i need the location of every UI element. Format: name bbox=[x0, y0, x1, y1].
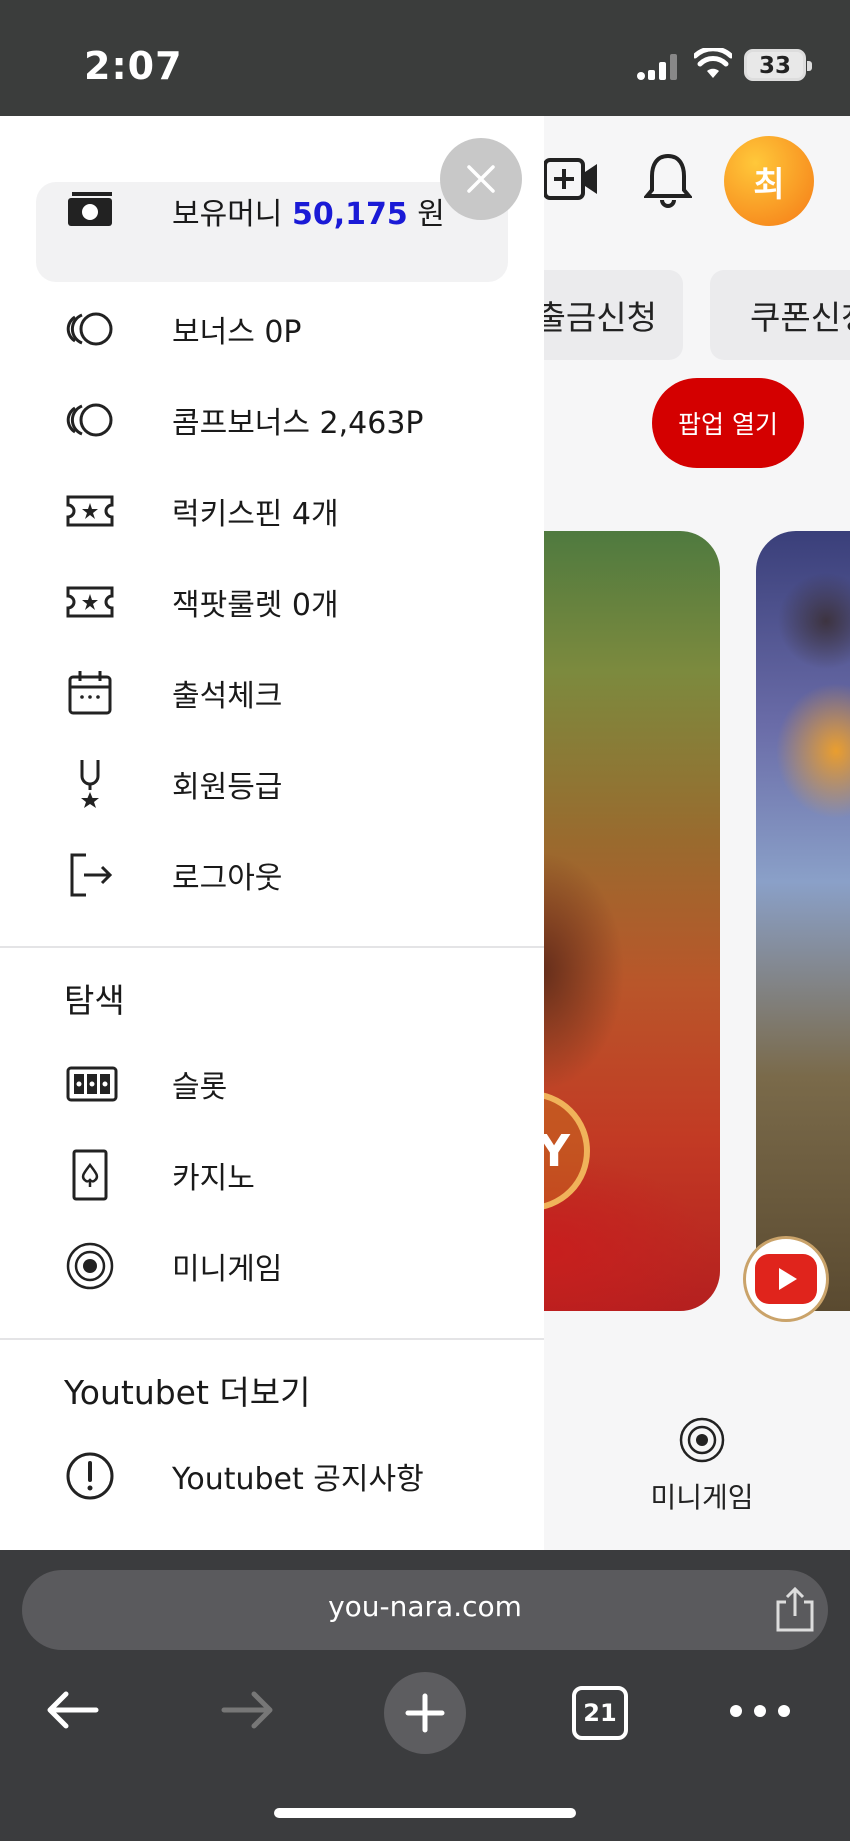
playing-card-icon bbox=[72, 1149, 108, 1201]
menu-item-comp-bonus[interactable]: 콤프보너스 2,463P bbox=[0, 385, 544, 455]
menu-item-label: 잭팟룰렛 0개 bbox=[172, 588, 339, 623]
tabs-button[interactable]: 21 bbox=[572, 1686, 628, 1740]
coupon-chip[interactable]: 쿠폰신청 bbox=[710, 270, 850, 360]
money-text: 보유머니 50,175 원 bbox=[172, 189, 445, 233]
forward-button[interactable] bbox=[208, 1670, 288, 1750]
share-icon[interactable] bbox=[774, 1586, 816, 1632]
arrow-left-icon bbox=[47, 1691, 99, 1729]
website-viewport: 최 출금신청 쿠폰신청 팝업 열기 AY 미니게임 보유머니 50,175 원 bbox=[0, 116, 850, 1550]
url-text: you-nara.com bbox=[328, 1590, 522, 1623]
explore-item-label: 슬롯 bbox=[172, 1070, 228, 1105]
youtube-float-button[interactable] bbox=[743, 1236, 829, 1322]
cash-icon bbox=[68, 192, 112, 226]
home-indicator bbox=[274, 1808, 576, 1818]
withdraw-chip[interactable]: 출금신청 bbox=[520, 270, 683, 360]
bottom-nav-minigame[interactable]: 미니게임 bbox=[640, 1416, 764, 1516]
menu-item-label: 로그아웃 bbox=[172, 861, 283, 896]
alert-circle-icon bbox=[66, 1452, 114, 1500]
more-section-title: Youtubet 더보기 bbox=[64, 1373, 311, 1412]
menu-item-bonus[interactable]: 보너스 0P bbox=[0, 294, 544, 364]
menu-item-logout[interactable]: 로그아웃 bbox=[0, 840, 544, 910]
dot bbox=[754, 1705, 766, 1717]
back-button[interactable] bbox=[32, 1670, 112, 1750]
browser-toolbar: you-nara.com 21 bbox=[0, 1550, 850, 1841]
battery-level: 33 bbox=[758, 53, 791, 79]
status-time: 2:07 bbox=[84, 44, 183, 88]
cellular-signal-icon bbox=[637, 54, 677, 80]
dot bbox=[730, 1705, 742, 1717]
open-popup-button[interactable]: 팝업 열기 bbox=[652, 378, 804, 468]
menu-item-jackpot-roulette[interactable]: 잭팟룰렛 0개 bbox=[0, 567, 544, 637]
money-unit: 원 bbox=[417, 197, 445, 232]
menu-item-label: 럭키스핀 4개 bbox=[172, 497, 339, 532]
ticket-icon bbox=[66, 495, 114, 527]
money-amount: 50,175 bbox=[291, 197, 408, 232]
more-item-notice[interactable]: Youtubet 공지사항 bbox=[0, 1441, 544, 1511]
explore-section-title: 탐색 bbox=[64, 981, 125, 1020]
play-icon bbox=[755, 1254, 817, 1304]
coins-icon bbox=[66, 312, 113, 346]
menu-item-label: 회원등급 bbox=[172, 770, 283, 805]
status-bar: 2:07 33 bbox=[0, 0, 850, 116]
medal-icon bbox=[80, 760, 100, 808]
ticket-icon bbox=[66, 586, 114, 618]
address-bar[interactable]: you-nara.com bbox=[22, 1570, 828, 1650]
arrow-right-icon bbox=[221, 1691, 273, 1729]
more-item-label: Youtubet 공지사항 bbox=[172, 1462, 424, 1497]
divider bbox=[0, 946, 544, 948]
chip-icon bbox=[679, 1417, 725, 1463]
menu-item-label: 콤프보너스 2,463P bbox=[172, 406, 424, 441]
avatar[interactable]: 최 bbox=[724, 136, 814, 226]
wifi-icon bbox=[694, 48, 732, 78]
explore-item-label: 카지노 bbox=[172, 1161, 255, 1196]
money-label: 보유머니 bbox=[172, 197, 283, 232]
explore-item-casino[interactable]: 카지노 bbox=[0, 1140, 544, 1210]
coins-icon bbox=[66, 403, 113, 437]
menu-item-label: 보너스 0P bbox=[172, 315, 302, 350]
more-menu-button[interactable] bbox=[730, 1696, 790, 1726]
slot-machine-icon bbox=[66, 1066, 118, 1102]
explore-item-minigame[interactable]: 미니게임 bbox=[0, 1231, 544, 1301]
menu-item-label: 출석체크 bbox=[172, 679, 283, 714]
new-tab-button[interactable] bbox=[384, 1672, 466, 1754]
money-row[interactable]: 보유머니 50,175 원 bbox=[36, 182, 508, 282]
battery-icon: 33 bbox=[744, 49, 812, 81]
video-add-icon[interactable] bbox=[542, 154, 600, 204]
side-drawer: 보유머니 50,175 원 보너스 0P 콤프보너스 2,463P 럭키스핀 4… bbox=[0, 116, 544, 1550]
logout-icon bbox=[70, 853, 113, 897]
game-banner-secondary[interactable] bbox=[756, 531, 850, 1311]
menu-item-attendance[interactable]: 출석체크 bbox=[0, 658, 544, 728]
menu-item-lucky-spin[interactable]: 럭키스핀 4개 bbox=[0, 476, 544, 546]
menu-item-membership-grade[interactable]: 회원등급 bbox=[0, 749, 544, 819]
bottom-nav-label: 미니게임 bbox=[650, 1481, 754, 1514]
divider bbox=[0, 1338, 544, 1340]
explore-item-slot[interactable]: 슬롯 bbox=[0, 1049, 544, 1119]
chip-icon bbox=[66, 1242, 114, 1290]
bell-icon[interactable] bbox=[644, 152, 692, 208]
explore-item-label: 미니게임 bbox=[172, 1252, 283, 1287]
plus-icon bbox=[405, 1693, 445, 1733]
calendar-icon bbox=[68, 671, 112, 715]
close-drawer-button[interactable] bbox=[440, 138, 522, 220]
close-icon bbox=[467, 165, 495, 193]
dot bbox=[778, 1705, 790, 1717]
